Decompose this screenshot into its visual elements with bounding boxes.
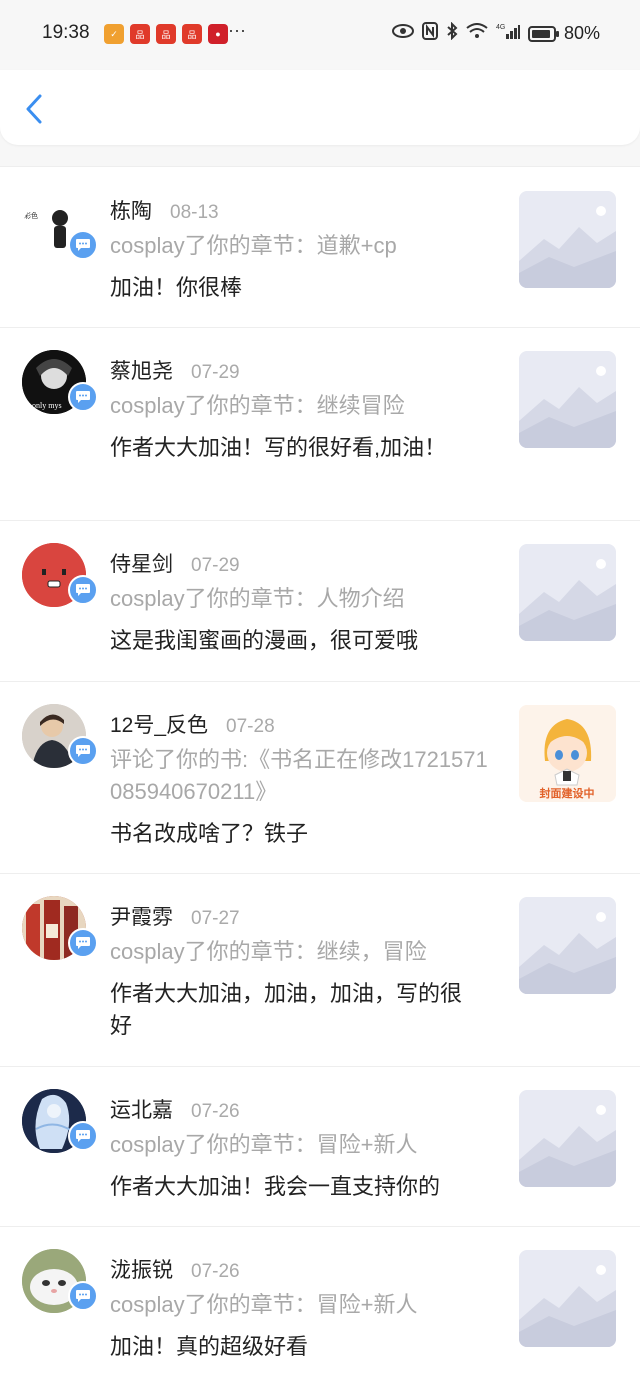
notification-header: 侍星剑 07-29 xyxy=(110,548,240,578)
notification-header: 尹霞雰 07-27 xyxy=(110,901,240,931)
notification-action: cosplay了你的章节：道歉+cp xyxy=(110,233,397,258)
placeholder-image-icon xyxy=(519,897,616,994)
svg-text:4G: 4G xyxy=(496,24,505,31)
status-bar: 19:38 ✓ 品 品 品 ● ··· 4G 80% xyxy=(0,0,640,70)
notification-date: 07-26 xyxy=(191,1101,240,1122)
comment-badge-icon xyxy=(68,736,98,766)
svg-text:only mys: only mys xyxy=(32,401,62,410)
notification-action: cosplay了你的章节：人物介绍 xyxy=(110,586,405,611)
notification-date: 07-29 xyxy=(191,555,240,576)
wifi-icon xyxy=(466,23,488,44)
notification-item[interactable]: 运北嘉 07-26 cosplay了你的章节：冒险+新人 作者大大加油！我会一直… xyxy=(0,1067,640,1227)
comment-badge-icon xyxy=(68,230,98,260)
notification-item[interactable]: 侍星剑 07-29 cosplay了你的章节：人物介绍 这是我闺蜜画的漫画，很可… xyxy=(0,521,640,682)
comment-badge-icon xyxy=(68,575,98,605)
notification-item[interactable]: 12号_反色 07-28 评论了你的书:《书名正在修改1721571085940… xyxy=(0,682,640,874)
comment-badge-icon xyxy=(68,1121,98,1151)
comment-text: 加油！真的超级好看 xyxy=(110,1334,309,1359)
comment-badge-icon xyxy=(68,1281,98,1311)
user-name[interactable]: 尹霞雰 xyxy=(110,901,173,931)
chapter-thumbnail[interactable] xyxy=(519,1090,616,1187)
notification-item[interactable]: 彩色 栋陶 08-13 cosplay了你的章节：道歉+cp 加油！你很棒 xyxy=(0,167,640,328)
cellular-signal-icon: 4G xyxy=(496,23,520,44)
book-cover-thumbnail[interactable]: 封面建设中 xyxy=(519,705,616,802)
notification-action: cosplay了你的章节：冒险+新人 xyxy=(110,1132,418,1157)
user-name[interactable]: 蔡旭尧 xyxy=(110,355,173,385)
app-notification-icon: 品 xyxy=(156,24,176,44)
notification-item[interactable]: 泷振锐 07-26 cosplay了你的章节：冒险+新人 加油！真的超级好看 xyxy=(0,1227,640,1388)
notification-date: 08-13 xyxy=(170,202,219,223)
comment-text: 这是我闺蜜画的漫画，很可爱哦 xyxy=(110,628,419,653)
chapter-thumbnail[interactable] xyxy=(519,897,616,994)
user-name[interactable]: 12号_反色 xyxy=(110,709,208,739)
bluetooth-icon xyxy=(446,21,458,45)
notification-date: 07-29 xyxy=(191,362,240,383)
user-name[interactable]: 栋陶 xyxy=(110,195,152,225)
notification-list: 彩色 栋陶 08-13 cosplay了你的章节：道歉+cp 加油！你很棒 on… xyxy=(0,166,640,1388)
app-notification-icon: ● xyxy=(208,24,228,44)
notification-action: cosplay了你的章节：继续冒险 xyxy=(110,393,405,418)
placeholder-image-icon xyxy=(519,191,616,288)
user-name[interactable]: 运北嘉 xyxy=(110,1094,173,1124)
placeholder-image-icon xyxy=(519,1250,616,1347)
notification-date: 07-27 xyxy=(191,908,240,929)
app-notification-icon: ✓ xyxy=(104,24,124,44)
comment-text: 书名改成啥了？铁子 xyxy=(110,821,309,846)
svg-text:彩色: 彩色 xyxy=(24,211,38,220)
comment-text: 加油！你很棒 xyxy=(110,275,243,300)
notification-header: 泷振锐 07-26 xyxy=(110,1254,240,1284)
battery-icon xyxy=(527,25,559,42)
notification-item[interactable]: only mys 蔡旭尧 07-29 cosplay了你的章节：继续冒险 作者大… xyxy=(0,328,640,521)
status-right: 4G 80% xyxy=(391,21,600,45)
notification-action: cosplay了你的章节：冒险+新人 xyxy=(110,1292,418,1317)
placeholder-image-icon xyxy=(519,544,616,641)
chevron-left-icon xyxy=(26,94,42,124)
notification-header: 栋陶 08-13 xyxy=(110,195,219,225)
notification-date: 07-26 xyxy=(191,1261,240,1282)
placeholder-image-icon xyxy=(519,351,616,448)
comment-text: 作者大大加油，加油，加油，写的很好 xyxy=(110,981,463,1038)
battery-percent: 80% xyxy=(563,23,600,43)
chapter-thumbnail[interactable] xyxy=(519,191,616,288)
app-notification-icon: 品 xyxy=(130,24,150,44)
anime-cover-image: 封面建设中 xyxy=(519,705,616,802)
back-button[interactable] xyxy=(20,92,50,126)
notification-action: cosplay了你的章节：继续，冒险 xyxy=(110,939,427,964)
notification-header: 蔡旭尧 07-29 xyxy=(110,355,240,385)
chapter-thumbnail[interactable] xyxy=(519,544,616,641)
notification-date: 07-28 xyxy=(226,716,275,737)
status-app-icons: ✓ 品 品 品 ● xyxy=(104,24,228,44)
more-notifications-icon: ··· xyxy=(228,20,246,40)
comment-text: 作者大大加油！写的很好看,加油！ xyxy=(110,435,447,460)
comment-badge-icon xyxy=(68,382,98,412)
status-time: 19:38 xyxy=(42,22,90,43)
comment-text: 作者大大加油！我会一直支持你的 xyxy=(110,1174,441,1199)
svg-text:封面建设中: 封面建设中 xyxy=(540,786,595,800)
chapter-thumbnail[interactable] xyxy=(519,351,616,448)
eye-icon xyxy=(391,24,414,43)
placeholder-image-icon xyxy=(519,1090,616,1187)
notification-action: 评论了你的书:《书名正在修改1721571085940670211》 xyxy=(110,747,488,804)
user-name[interactable]: 泷振锐 xyxy=(110,1254,173,1284)
notification-item[interactable]: 尹霞雰 07-27 cosplay了你的章节：继续，冒险 作者大大加油，加油，加… xyxy=(0,874,640,1067)
chapter-thumbnail[interactable] xyxy=(519,1250,616,1347)
comment-badge-icon xyxy=(68,928,98,958)
nav-header xyxy=(0,70,640,145)
user-name[interactable]: 侍星剑 xyxy=(110,548,173,578)
notification-header: 运北嘉 07-26 xyxy=(110,1094,240,1124)
notification-header: 12号_反色 07-28 xyxy=(110,709,275,739)
app-notification-icon: 品 xyxy=(182,24,202,44)
nfc-icon xyxy=(421,22,438,45)
